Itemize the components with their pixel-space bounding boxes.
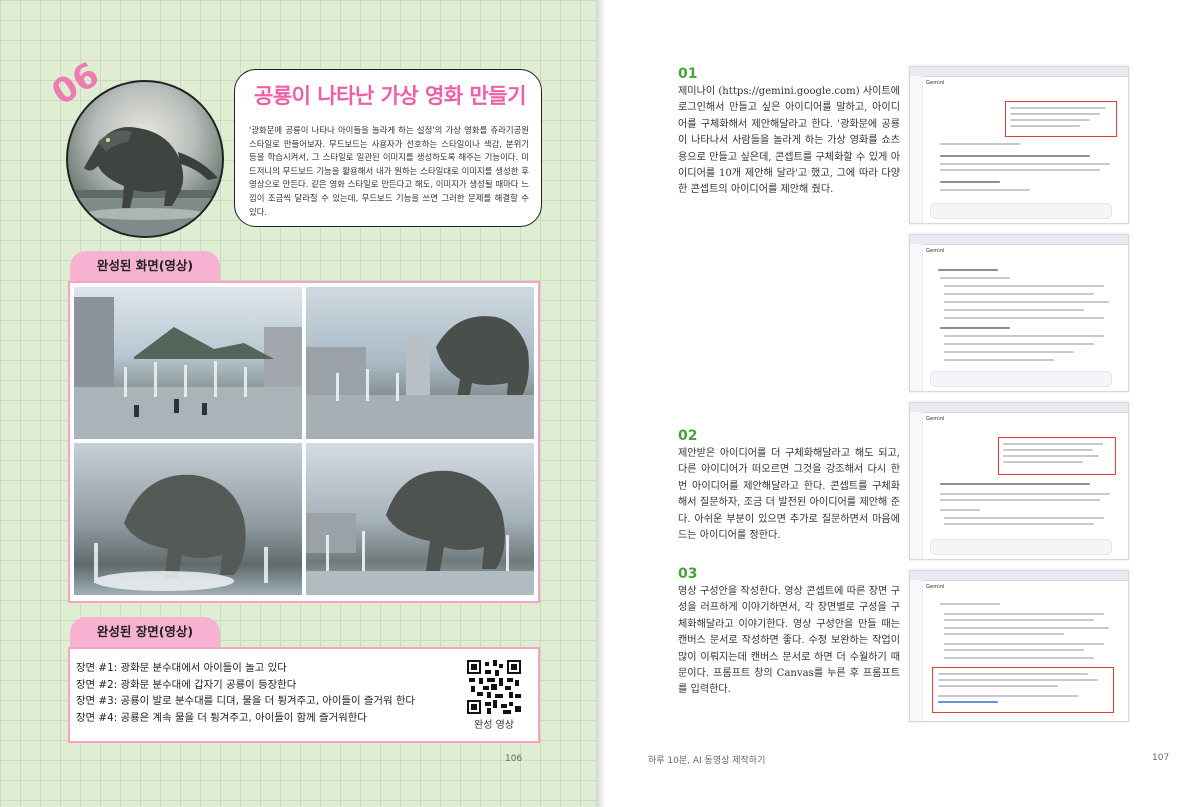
still-image-2	[306, 287, 534, 439]
right-page: 01 제미나이 (https://gemini.google.com) 사이트에…	[604, 0, 1200, 807]
gemini-app-title: Gemini	[926, 80, 945, 86]
title-box: 공룡이 나타난 가상 영화 만들기 '광화문에 공룡이 나타나 아이들을 놀라게…	[234, 69, 542, 227]
step-number: 03	[678, 566, 698, 582]
step-text: 영상 구성안을 작성한다. 영상 콘셉트에 따른 장면 구성을 러프하게 이야기…	[678, 586, 900, 696]
still-1-art	[74, 297, 302, 439]
qr-code-icon[interactable]	[467, 660, 521, 714]
gemini-app-title: Gemini	[926, 416, 945, 422]
dinosaur-thumbnail-art	[68, 127, 222, 236]
book-gutter	[596, 0, 604, 807]
dinosaur-thumbnail	[66, 80, 224, 238]
screens-frame	[68, 281, 540, 603]
gemini-app-title: Gemini	[926, 248, 945, 254]
gemini-app-title: Gemini	[926, 584, 945, 590]
gemini-screenshot-4: Gemini	[909, 570, 1129, 722]
book-title-footer: 하루 10분, AI 동영상 제작하기	[648, 756, 766, 766]
page-number-right: 107	[1152, 753, 1170, 763]
page-number-left: 106	[505, 754, 523, 764]
section-label-scenes: 완성된 장면(영상)	[70, 617, 220, 647]
still-2-art	[306, 316, 534, 439]
still-image-1	[74, 287, 302, 439]
step-number: 01	[678, 66, 698, 82]
step-text: 제미나이 (https://gemini.google.com) 사이트에 로그…	[678, 86, 900, 196]
gemini-screenshot-2: Gemini	[909, 234, 1129, 392]
intro-text: '광화문에 공룡이 나타나 아이들을 놀라게 하는 설정'의 가상 영화를 쥬라…	[249, 125, 529, 217]
step-text: 제안받은 아이디어를 더 구체화해달라고 해도 되고, 다른 아이디어가 떠오르…	[678, 448, 900, 542]
step-number: 02	[678, 428, 698, 444]
scene-item: 장면 #2: 광화문 분수대에 갑자기 공룡이 등장한다	[76, 678, 297, 691]
page-title: 공룡이 나타난 가상 영화 만들기	[254, 84, 526, 108]
still-image-4	[306, 443, 534, 595]
gemini-screenshot-3: Gemini	[909, 402, 1129, 560]
scene-item: 장면 #1: 광화문 분수대에서 아이들이 놀고 있다	[76, 662, 287, 674]
qr-code-art	[467, 660, 521, 714]
left-page: 06 공룡이 나타난 가상 영화 만들기 '광화문에 공룡이 나타나 아이들을 …	[0, 0, 596, 807]
section-label-screens: 완성된 화면(영상)	[70, 251, 220, 281]
scene-item: 장면 #4: 공룡은 계속 물을 더 튕겨주고, 아이들이 함께 즐거워한다	[76, 711, 367, 724]
scene-item: 장면 #3: 공룡이 발로 분수대를 디뎌, 물을 더 튕겨주고, 아이들이 즐…	[76, 695, 415, 707]
gemini-screenshot-1: Gemini	[909, 66, 1129, 224]
still-image-3	[74, 443, 302, 595]
still-3-art	[94, 474, 268, 591]
still-4-art	[306, 470, 534, 595]
scene-list: 장면 #1: 광화문 분수대에서 아이들이 놀고 있다 장면 #2: 광화문 분…	[76, 660, 415, 726]
qr-caption: 완성 영상	[474, 720, 514, 731]
